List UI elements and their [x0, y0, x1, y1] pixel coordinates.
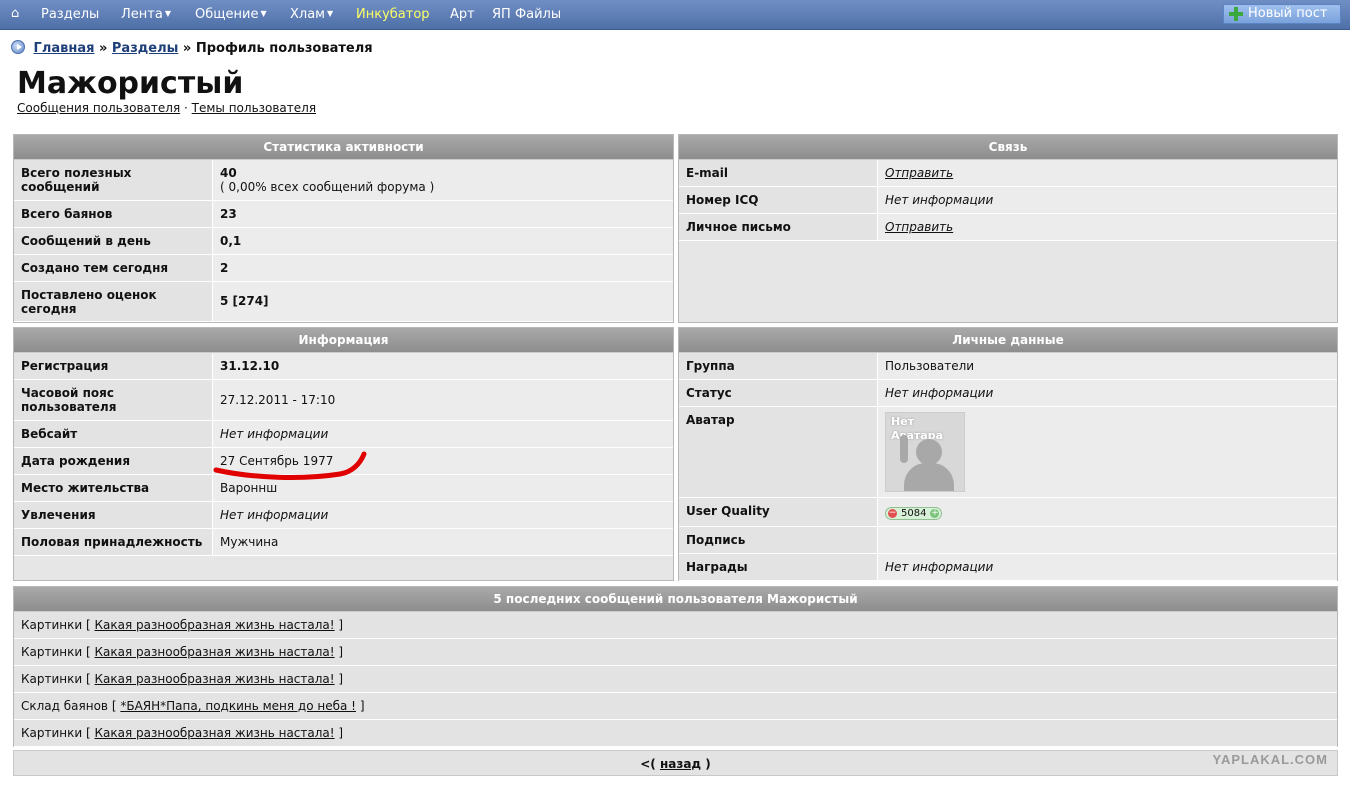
table-row: Увлечения Нет информации — [14, 502, 673, 529]
plus-icon — [1229, 7, 1243, 21]
top-nav: ⌂ Разделы Лента ▼ Общение ▼ Хлам ▼ Инкубато… — [0, 0, 1350, 30]
table-row: Создано тем сегодня 2 — [14, 255, 673, 282]
table-row: Вебсайт Нет информации — [14, 421, 673, 448]
nav-item-chat[interactable]: Общение ▼ — [195, 7, 267, 22]
breadcrumb-current: Профиль пользователя — [195, 41, 373, 56]
table-row: Поставлено оценок сегодня 5 [274] — [14, 282, 673, 322]
table-row: Часовой пояс пользователя 27.12.2011 - 1… — [14, 380, 673, 421]
personal-panel: Личные данные Группа Пользователи Статус… — [678, 327, 1338, 581]
nav-item-incubator[interactable]: Инкубатор — [356, 7, 430, 22]
table-row: Дата рождения 27 Сентябрь 1977 — [14, 448, 673, 475]
topic-link[interactable]: Какая разнообразная жизнь настала! — [95, 645, 335, 659]
list-item: Картинки [ Какая разнообразная жизнь нас… — [14, 639, 1337, 666]
personal-panel-title: Личные данные — [679, 328, 1337, 353]
table-row: Всего баянов 23 — [14, 201, 673, 228]
nav-item-feed[interactable]: Лента ▼ — [121, 7, 171, 22]
list-item: Картинки [ Какая разнообразная жизнь нас… — [14, 666, 1337, 693]
user-messages-link[interactable]: Сообщения пользователя — [17, 101, 180, 115]
table-row: Сообщений в день 0,1 — [14, 228, 673, 255]
table-row: Место жительства Вароннш — [14, 475, 673, 502]
stats-panel-title: Статистика активности — [14, 135, 673, 160]
contact-panel-title: Связь — [679, 135, 1337, 160]
list-item: Склад баянов [ *БАЯН*Папа, подкинь меня … — [14, 693, 1337, 720]
table-row: Личное письмо Отправить — [679, 214, 1337, 241]
table-row: Номер ICQ Нет информации — [679, 187, 1337, 214]
home-icon[interactable]: ⌂ — [11, 6, 19, 21]
table-row: Группа Пользователи — [679, 353, 1337, 380]
topic-link[interactable]: Какая разнообразная жизнь настала! — [95, 726, 335, 740]
minus-icon[interactable]: − — [888, 509, 897, 518]
stats-panel: Статистика активности Всего полезных соо… — [13, 134, 674, 323]
avatar: Нет Аватара — [885, 412, 965, 492]
list-item: Картинки [ Какая разнообразная жизнь нас… — [14, 720, 1337, 747]
breadcrumb-home-link[interactable]: Главная — [34, 41, 95, 56]
plus-icon[interactable]: + — [930, 509, 940, 518]
table-row: Награды Нет информации — [679, 554, 1337, 581]
user-quality-widget: − 5084 + — [885, 507, 943, 520]
nav-item-art[interactable]: Арт — [450, 7, 475, 22]
user-topics-link[interactable]: Темы пользователя — [192, 101, 316, 115]
topic-link[interactable]: Какая разнообразная жизнь настала! — [95, 618, 335, 632]
nav-item-files[interactable]: ЯП Файлы — [492, 7, 561, 22]
back-link[interactable]: назад — [660, 757, 701, 771]
table-row: Регистрация 31.12.10 — [14, 353, 673, 380]
user-links: Сообщения пользователя · Темы пользовате… — [17, 101, 317, 115]
new-post-button[interactable]: Новый пост — [1223, 4, 1341, 24]
table-row: User Quality − 5084 + — [679, 498, 1337, 527]
table-row: Всего полезных сообщений 40( 0,00% всех … — [14, 160, 673, 201]
page-title: Мажористый — [17, 66, 244, 101]
send-pm-link[interactable]: Отправить — [885, 220, 953, 234]
recent-messages-panel: 5 последних сообщений пользователя Мажор… — [13, 586, 1338, 747]
send-email-link[interactable]: Отправить — [885, 166, 953, 180]
contact-panel: Связь E-mail Отправить Номер ICQ Нет инф… — [678, 134, 1338, 323]
breadcrumb: Главная » Разделы » Профиль пользователя — [11, 40, 373, 56]
table-row: Половая принадлежность Мужчина — [14, 529, 673, 556]
nav-item-junk[interactable]: Хлам ▼ — [290, 7, 333, 22]
topic-link[interactable]: Какая разнообразная жизнь настала! — [95, 672, 335, 686]
breadcrumb-sections-link[interactable]: Разделы — [112, 41, 178, 56]
chevron-down-icon: ▼ — [164, 9, 171, 18]
birthdate-value: 27 Сентябрь 1977 — [213, 448, 673, 474]
table-row: Аватар Нет Аватара — [679, 407, 1337, 498]
back-bar: <( назад ) — [13, 750, 1338, 776]
info-panel: Информация Регистрация 31.12.10 Часовой … — [13, 327, 674, 581]
list-item: Картинки [ Какая разнообразная жизнь нас… — [14, 612, 1337, 639]
nav-item-sections[interactable]: Разделы — [41, 7, 99, 22]
arrow-circle-icon — [11, 40, 25, 54]
table-row: Статус Нет информации — [679, 380, 1337, 407]
watermark-logo: YAPLAKAL.COM — [1212, 752, 1328, 767]
table-row: Подпись — [679, 527, 1337, 554]
chevron-down-icon: ▼ — [327, 9, 334, 18]
topic-link[interactable]: *БАЯН*Папа, подкинь меня до неба ! — [120, 699, 356, 713]
table-row: E-mail Отправить — [679, 160, 1337, 187]
info-panel-title: Информация — [14, 328, 673, 353]
recent-messages-title: 5 последних сообщений пользователя Мажор… — [14, 587, 1337, 612]
chevron-down-icon: ▼ — [260, 9, 267, 18]
